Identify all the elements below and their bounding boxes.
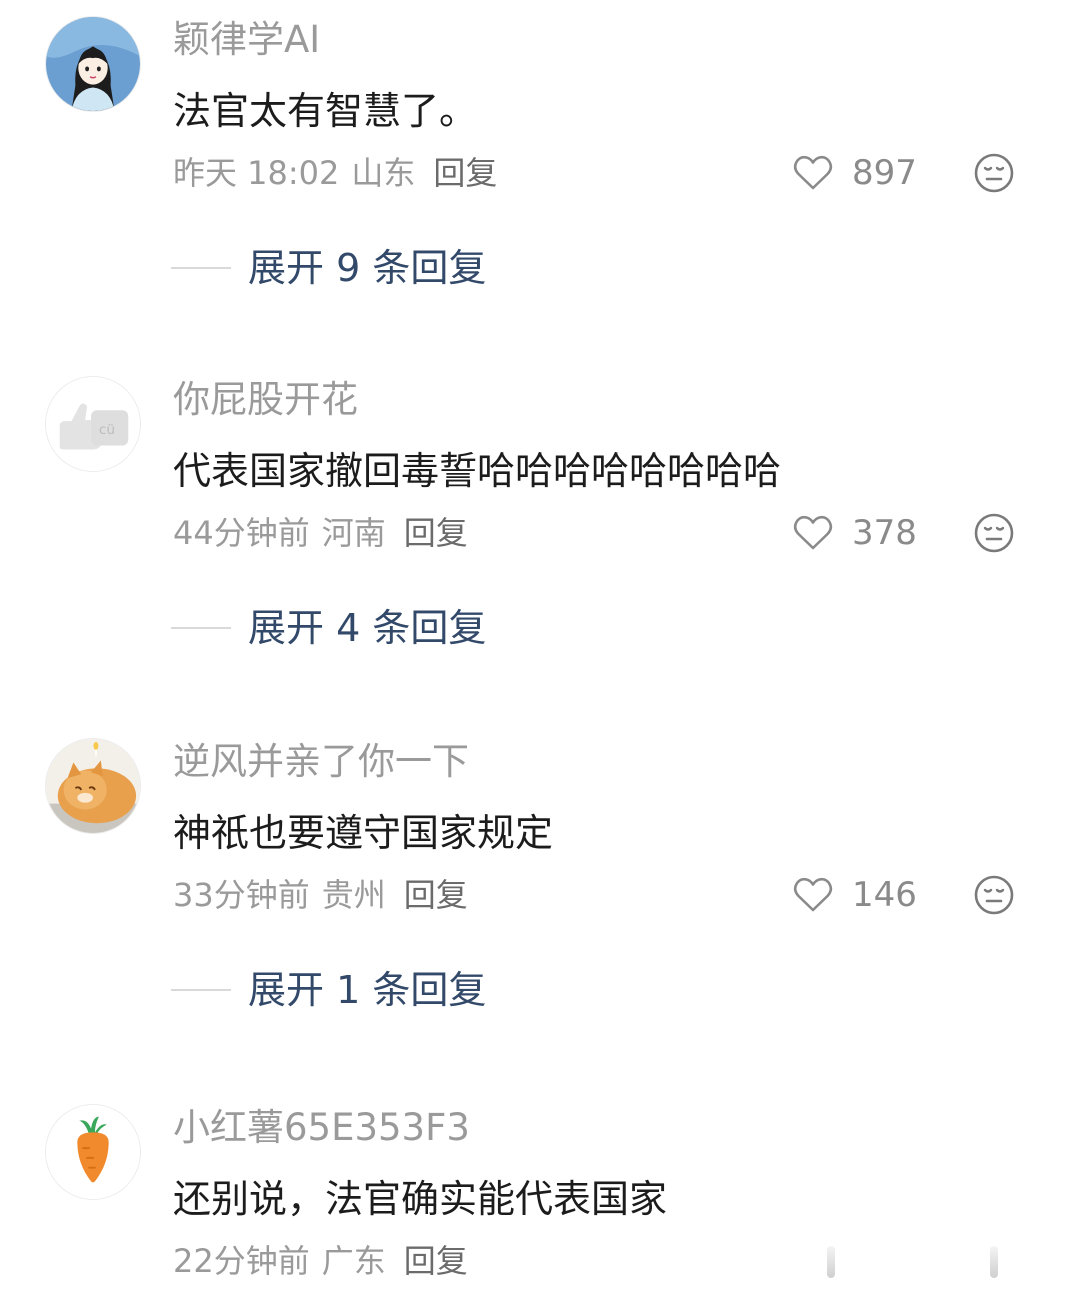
username[interactable]: 颖律学AI (173, 12, 320, 68)
dislike-face-icon[interactable] (973, 512, 1015, 554)
like-button[interactable]: 146 (792, 872, 917, 918)
partial-like-icon (827, 1246, 835, 1278)
reply-button[interactable]: 回复 (404, 514, 468, 552)
username[interactable]: 你屁股开花 (173, 372, 358, 428)
comment-meta: 22分钟前 广东 回复 (173, 1236, 480, 1286)
username[interactable]: 小红薯65E353F3 (173, 1100, 470, 1156)
partial-dislike-icon (990, 1246, 998, 1278)
like-button[interactable]: 897 (792, 150, 917, 196)
thumbs-up-avatar-icon[interactable]: cü (45, 376, 141, 472)
reply-button[interactable]: 回复 (433, 154, 497, 192)
comment-location: 广东 (321, 1242, 386, 1280)
like-count: 378 (852, 513, 917, 553)
comment-text: 代表国家撤回毒誓哈哈哈哈哈哈哈哈 (173, 449, 782, 493)
divider-line (171, 989, 231, 991)
carrot-avatar-icon[interactable] (45, 1104, 141, 1200)
comment-item: 逆风并亲了你一下 神祇也要遵守国家规定 33分钟前 贵州 回复 146 展开 1 条… (0, 722, 1080, 1084)
divider-line (171, 267, 231, 269)
comment-location: 贵州 (321, 876, 386, 914)
comment-location: 山东 (351, 154, 416, 192)
expand-replies-label: 展开 9 条回复 (248, 246, 487, 290)
comment-location: 河南 (321, 514, 386, 552)
heart-icon (793, 877, 833, 912)
comment-meta: 昨天 18:02 山东 回复 (173, 148, 509, 198)
comment-time: 33分钟前 (173, 876, 310, 914)
heart-icon (793, 515, 833, 550)
expand-replies-button[interactable]: 展开 1 条回复 (171, 962, 486, 1018)
comment-text: 还别说，法官确实能代表国家 (173, 1177, 668, 1221)
expand-replies-button[interactable]: 展开 4 条回复 (171, 600, 486, 656)
comment-item: cü 你屁股开花 代表国家撤回毒誓哈哈哈哈哈哈哈哈 44分钟前 河南 回复 378 … (0, 360, 1080, 720)
comment-time: 22分钟前 (173, 1242, 310, 1280)
comment-item: 颖律学AI 法官太有智慧了。 昨天 18:02 山东 回复 897 展开 9 条回复 (0, 0, 1080, 360)
dislike-face-icon[interactable] (973, 874, 1015, 916)
girl-avatar-icon[interactable] (45, 16, 141, 112)
dislike-face-icon[interactable] (973, 152, 1015, 194)
svg-text:cü: cü (99, 422, 115, 438)
reply-button[interactable]: 回复 (404, 876, 468, 914)
heart-icon (793, 155, 833, 190)
comment-time: 44分钟前 (173, 514, 310, 552)
expand-replies-label: 展开 1 条回复 (248, 968, 487, 1012)
like-count: 897 (852, 153, 917, 193)
like-button[interactable]: 378 (792, 510, 917, 556)
divider-line (171, 627, 231, 629)
expand-replies-label: 展开 4 条回复 (248, 606, 487, 650)
expand-replies-button[interactable]: 展开 9 条回复 (171, 240, 486, 296)
username[interactable]: 逆风并亲了你一下 (173, 734, 469, 790)
comment-text: 神祇也要遵守国家规定 (173, 811, 554, 855)
comment-text: 法官太有智慧了。 (173, 89, 478, 133)
cat-avatar-icon[interactable] (45, 738, 141, 834)
comment-item: 小红薯65E353F3 还别说，法官确实能代表国家 22分钟前 广东 回复 (0, 1088, 1080, 1298)
comment-time: 昨天 18:02 (173, 154, 340, 192)
comment-meta: 33分钟前 贵州 回复 (173, 870, 480, 920)
like-count: 146 (852, 875, 917, 915)
reply-button[interactable]: 回复 (404, 1242, 468, 1280)
comment-meta: 44分钟前 河南 回复 (173, 508, 480, 558)
